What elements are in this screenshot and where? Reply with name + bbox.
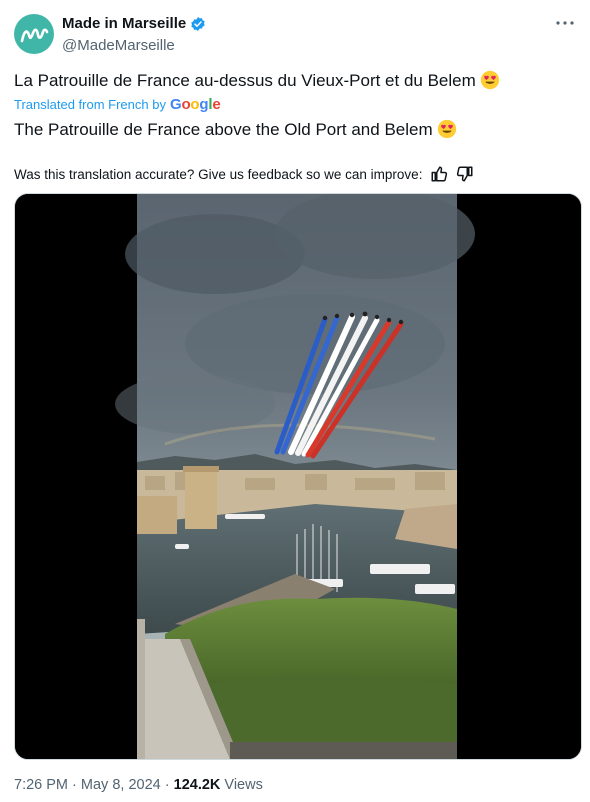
author-name-row: Made in Marseille [62,15,206,32]
separator-dot: · [164,777,170,793]
video-frame [15,194,581,759]
tweet-timestamp[interactable]: 7:26 PM · May 8, 2024 · 124.2K Views [14,777,263,793]
tweet-date: May 8, 2024 [80,777,161,793]
more-options-icon[interactable] [554,12,576,34]
thumbs-up-icon[interactable] [430,165,448,183]
heart-eyes-emoji-icon [480,70,499,90]
thumbs-down-icon[interactable] [456,165,474,183]
translation-attribution[interactable]: Translated from French by Google [14,96,221,113]
tweet-video[interactable] [14,193,582,760]
tweet-original-text-content: La Patrouille de France au-dessus du Vie… [14,71,476,90]
views-count: 124.2K [173,777,221,793]
feedback-prompt: Was this translation accurate? Give us f… [14,166,423,182]
author-display-name[interactable]: Made in Marseille [62,15,186,32]
google-logo: Google [169,96,221,113]
tweet-time: 7:26 PM [14,777,68,793]
verified-badge-icon[interactable] [190,16,206,32]
separator-dot: · [72,777,77,793]
views-label: Views [224,777,263,793]
translation-feedback: Was this translation accurate? Give us f… [14,165,474,183]
tweet-original-text: La Patrouille de France au-dessus du Vie… [14,70,576,92]
tweet-translated-text: The Patrouille de France above the Old P… [14,119,576,141]
tweet-translated-text-content: The Patrouille de France above the Old P… [14,120,433,139]
author-handle[interactable]: @MadeMarseille [62,37,175,54]
avatar[interactable] [14,14,54,54]
translated-from-label: Translated from French by [14,97,166,112]
heart-eyes-emoji-icon [437,119,456,139]
video-content [115,194,475,759]
made-in-marseille-logo-icon [20,28,49,43]
